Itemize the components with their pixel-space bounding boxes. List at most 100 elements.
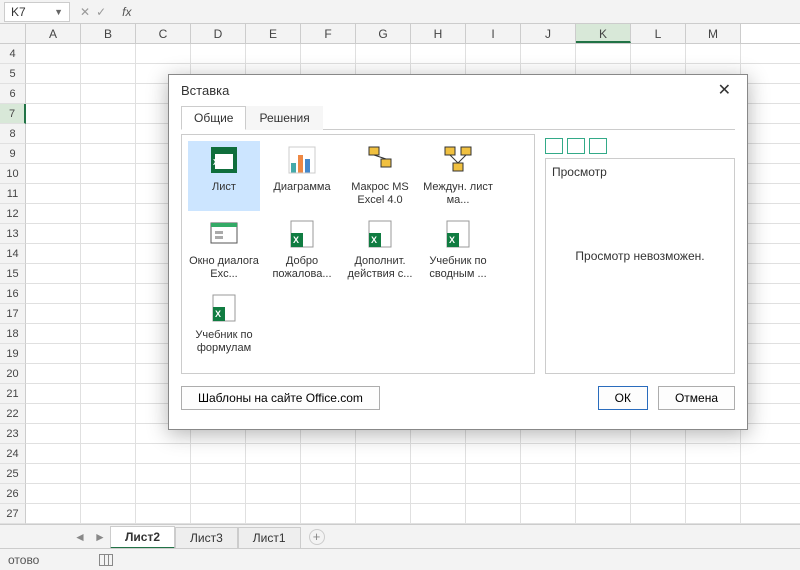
- col-header-E[interactable]: E: [246, 24, 301, 43]
- fx-label[interactable]: fx: [122, 5, 131, 19]
- name-box[interactable]: K7 ▼: [4, 2, 70, 22]
- template-label: Дополнит. действия с...: [344, 255, 416, 281]
- large-icons-icon[interactable]: [545, 138, 563, 154]
- view-grid-icon[interactable]: [99, 554, 113, 566]
- template-icon: X: [363, 217, 397, 251]
- row-header-16[interactable]: 16: [0, 284, 26, 304]
- row-header-14[interactable]: 14: [0, 244, 26, 264]
- add-sheet-icon[interactable]: +: [309, 529, 325, 545]
- dialog-tabs: ОбщиеРешения: [181, 105, 735, 130]
- ok-button[interactable]: ОК: [598, 386, 648, 410]
- dialog-title: Вставка: [181, 83, 229, 98]
- confirm-formula-icon[interactable]: ✓: [96, 5, 106, 19]
- template-item[interactable]: Диаграмма: [266, 141, 338, 211]
- col-header-L[interactable]: L: [631, 24, 686, 43]
- template-icon: X: [285, 217, 319, 251]
- template-icon: [285, 143, 319, 177]
- row-header-21[interactable]: 21: [0, 384, 26, 404]
- status-text: отово: [8, 553, 39, 567]
- row-header-5[interactable]: 5: [0, 64, 26, 84]
- tab-nav-next-icon[interactable]: ►: [90, 530, 110, 544]
- row-header-18[interactable]: 18: [0, 324, 26, 344]
- name-box-value: K7: [11, 5, 26, 19]
- row-header-12[interactable]: 12: [0, 204, 26, 224]
- row-header-4[interactable]: 4: [0, 44, 26, 64]
- sheet-tab[interactable]: Лист2: [110, 526, 175, 549]
- template-item[interactable]: Макрос MS Excel 4.0: [344, 141, 416, 211]
- dialog-titlebar: Вставка ✕: [169, 75, 747, 105]
- template-label: Учебник по формулам: [188, 329, 260, 355]
- row-header-8[interactable]: 8: [0, 124, 26, 144]
- template-icon: X: [207, 143, 241, 177]
- template-icon: X: [441, 217, 475, 251]
- row-header-25[interactable]: 25: [0, 464, 26, 484]
- preview-label: Просмотр: [552, 165, 728, 179]
- template-label: Добро пожалова...: [266, 255, 338, 281]
- row-header-27[interactable]: 27: [0, 504, 26, 524]
- col-header-G[interactable]: G: [356, 24, 411, 43]
- row-header-13[interactable]: 13: [0, 224, 26, 244]
- col-header-M[interactable]: M: [686, 24, 741, 43]
- row-header-17[interactable]: 17: [0, 304, 26, 324]
- row-headers: 4567891011121314151617181920212223242526…: [0, 44, 26, 544]
- row-header-15[interactable]: 15: [0, 264, 26, 284]
- template-item[interactable]: X Добро пожалова...: [266, 215, 338, 285]
- row-header-10[interactable]: 10: [0, 164, 26, 184]
- col-header-I[interactable]: I: [466, 24, 521, 43]
- cancel-formula-icon[interactable]: ✕: [80, 5, 90, 19]
- col-header-A[interactable]: A: [26, 24, 81, 43]
- insert-dialog: Вставка ✕ ОбщиеРешения X Лист ДиаграммаМак…: [168, 74, 748, 430]
- template-label: Учебник по сводным ...: [422, 255, 494, 281]
- template-icon: [207, 217, 241, 251]
- svg-text:X: X: [449, 235, 455, 245]
- row-header-7[interactable]: 7: [0, 104, 26, 124]
- cancel-button[interactable]: Отмена: [658, 386, 735, 410]
- office-templates-button[interactable]: Шаблоны на сайте Office.com: [181, 386, 380, 410]
- status-bar: отово: [0, 548, 800, 570]
- template-icon: X: [207, 291, 241, 325]
- list-icons-icon[interactable]: [567, 138, 585, 154]
- chevron-down-icon[interactable]: ▼: [54, 7, 63, 17]
- template-list[interactable]: X Лист ДиаграммаМакрос MS Excel 4.0Междун.…: [181, 134, 535, 374]
- col-header-C[interactable]: C: [136, 24, 191, 43]
- template-label: Макрос MS Excel 4.0: [344, 181, 416, 207]
- col-header-K[interactable]: K: [576, 24, 631, 43]
- view-mode-icons: [545, 134, 735, 158]
- row-header-19[interactable]: 19: [0, 344, 26, 364]
- row-header-24[interactable]: 24: [0, 444, 26, 464]
- col-header-B[interactable]: B: [81, 24, 136, 43]
- template-label: Окно диалога Exc...: [188, 255, 260, 281]
- template-item[interactable]: X Учебник по формулам: [188, 289, 260, 359]
- dialog-tab[interactable]: Общие: [181, 106, 246, 130]
- col-header-D[interactable]: D: [191, 24, 246, 43]
- svg-text:X: X: [213, 158, 219, 167]
- details-icons-icon[interactable]: [589, 138, 607, 154]
- dialog-tab[interactable]: Решения: [246, 106, 322, 130]
- sheet-tab[interactable]: Лист1: [238, 527, 301, 548]
- row-header-9[interactable]: 9: [0, 144, 26, 164]
- select-all-corner[interactable]: [0, 24, 26, 43]
- template-item[interactable]: Междун. лист ма...: [422, 141, 494, 211]
- row-header-23[interactable]: 23: [0, 424, 26, 444]
- row-header-6[interactable]: 6: [0, 84, 26, 104]
- row-header-11[interactable]: 11: [0, 184, 26, 204]
- template-item[interactable]: X Учебник по сводным ...: [422, 215, 494, 285]
- template-item[interactable]: Окно диалога Exc...: [188, 215, 260, 285]
- template-icon: [363, 143, 397, 177]
- row-header-26[interactable]: 26: [0, 484, 26, 504]
- col-header-H[interactable]: H: [411, 24, 466, 43]
- column-headers: ABCDEFGHIJKLM: [0, 24, 800, 44]
- svg-text:X: X: [371, 235, 377, 245]
- formula-bar: K7 ▼ ✕ ✓ fx: [0, 0, 800, 24]
- sheet-tab[interactable]: Лист3: [175, 527, 238, 548]
- template-item[interactable]: X Лист: [188, 141, 260, 211]
- col-header-J[interactable]: J: [521, 24, 576, 43]
- template-item[interactable]: X Дополнит. действия с...: [344, 215, 416, 285]
- row-header-20[interactable]: 20: [0, 364, 26, 384]
- template-label: Лист: [188, 181, 260, 194]
- close-icon[interactable]: ✕: [710, 78, 739, 102]
- col-header-F[interactable]: F: [301, 24, 356, 43]
- template-label: Междун. лист ма...: [422, 181, 494, 207]
- tab-nav-prev-icon[interactable]: ◄: [70, 530, 90, 544]
- row-header-22[interactable]: 22: [0, 404, 26, 424]
